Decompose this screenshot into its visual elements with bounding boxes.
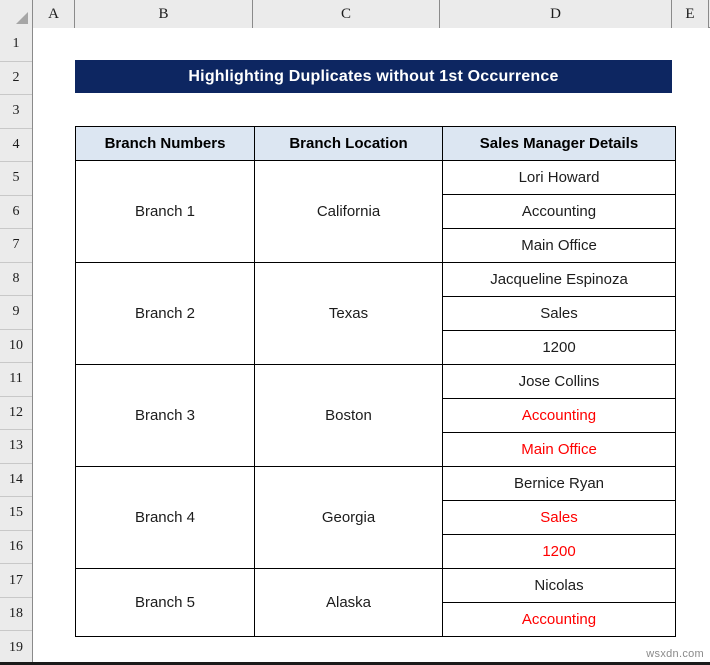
spreadsheet-canvas: ABCDE 1 2 3 4 5 6 7 8 9 10 11 12 13 14 15 16 17 18 19 High…	[0, 0, 710, 665]
row-header-7[interactable]: 7	[0, 229, 32, 263]
cell-branch-number[interactable]: Branch 4	[75, 466, 255, 569]
table-row: Branch 5 Alaska Nicolas	[75, 568, 676, 637]
cell-branch-location[interactable]: Georgia	[254, 466, 443, 569]
column-header-c[interactable]: C	[253, 0, 440, 28]
cell-sales-manager-detail[interactable]: 1200	[442, 330, 676, 365]
column-header-branch-numbers: Branch Numbers	[75, 126, 255, 161]
cell-sales-manager-detail[interactable]: Main Office	[442, 228, 676, 263]
cell-branch-number[interactable]: Branch 3	[75, 364, 255, 467]
table-row: Branch 2 Texas Jacqueline Espinoza	[75, 262, 676, 365]
select-all-corner[interactable]	[0, 0, 33, 28]
cell-branch-number[interactable]: Branch 2	[75, 262, 255, 365]
row-header-17[interactable]: 17	[0, 564, 32, 598]
row-header-13[interactable]: 13	[0, 430, 32, 464]
cell-branch-location[interactable]: Alaska	[254, 568, 443, 637]
column-header-a[interactable]: A	[33, 0, 75, 28]
column-header-sales-manager-details: Sales Manager Details	[442, 126, 676, 161]
title-banner: Highlighting Duplicates without 1st Occu…	[75, 60, 672, 93]
cell-branch-number[interactable]: Branch 1	[75, 160, 255, 263]
cell-branch-location[interactable]: Texas	[254, 262, 443, 365]
row-header-16[interactable]: 16	[0, 530, 32, 565]
cell-sales-manager-detail[interactable]: Nicolas	[442, 568, 676, 603]
cell-sales-manager-detail[interactable]: Bernice Ryan	[442, 466, 676, 501]
watermark: wsxdn.com	[646, 648, 704, 660]
row-header-11[interactable]: 11	[0, 363, 32, 397]
row-header-1[interactable]: 1	[0, 28, 32, 62]
row-header-3[interactable]: 3	[0, 95, 32, 129]
cell-branch-location[interactable]: Boston	[254, 364, 443, 467]
row-header-19[interactable]: 19	[0, 631, 32, 665]
cell-sales-manager-detail[interactable]: Jacqueline Espinoza	[442, 262, 676, 297]
row-header-4[interactable]: 4	[0, 128, 32, 163]
cell-sales-manager-detail-duplicate[interactable]: Accounting	[442, 398, 676, 433]
table-row: Branch 4 Georgia Bernice Ryan	[75, 466, 676, 569]
cell-sales-manager-detail[interactable]: Jose Collins	[442, 364, 676, 399]
cell-sales-manager-detail-duplicate[interactable]: Main Office	[442, 432, 676, 467]
cell-sales-manager-detail-duplicate[interactable]: Accounting	[442, 602, 676, 637]
table-row: Branch 1 California Lori Howard	[75, 160, 676, 263]
cell-sales-manager-detail[interactable]: Sales	[442, 296, 676, 331]
table-header-row: Branch Numbers Branch Location Sales Man…	[75, 126, 676, 161]
select-all-triangle-icon	[16, 12, 28, 24]
row-header-10[interactable]: 10	[0, 329, 32, 364]
column-header-row: ABCDE	[0, 0, 710, 28]
cell-sales-manager-detail[interactable]: Accounting	[442, 194, 676, 229]
row-header-14[interactable]: 14	[0, 463, 32, 498]
cell-branch-number[interactable]: Branch 5	[75, 568, 255, 637]
cell-sales-manager-detail-duplicate[interactable]: Sales	[442, 500, 676, 535]
grid-body: Highlighting Duplicates without 1st Occu…	[33, 28, 710, 665]
column-header-d[interactable]: D	[440, 0, 672, 28]
cell-sales-manager-detail[interactable]: Lori Howard	[442, 160, 676, 195]
row-header-8[interactable]: 8	[0, 262, 32, 297]
row-header-2[interactable]: 2	[0, 61, 32, 96]
row-header-column: 1 2 3 4 5 6 7 8 9 10 11 12 13 14 15 16 17 18 19	[0, 28, 33, 665]
cell-branch-location[interactable]: California	[254, 160, 443, 263]
cell-sales-manager-detail-duplicate[interactable]: 1200	[442, 534, 676, 569]
column-header-e[interactable]: E	[672, 0, 709, 28]
column-header-b[interactable]: B	[75, 0, 253, 28]
row-header-5[interactable]: 5	[0, 162, 32, 196]
row-header-18[interactable]: 18	[0, 597, 32, 632]
row-header-12[interactable]: 12	[0, 396, 32, 431]
duplicates-table: Branch Numbers Branch Location Sales Man…	[75, 126, 676, 637]
row-header-6[interactable]: 6	[0, 195, 32, 230]
column-header-branch-location: Branch Location	[254, 126, 443, 161]
table-row: Branch 3 Boston Jose Collins	[75, 364, 676, 467]
row-header-15[interactable]: 15	[0, 497, 32, 531]
row-header-9[interactable]: 9	[0, 296, 32, 330]
